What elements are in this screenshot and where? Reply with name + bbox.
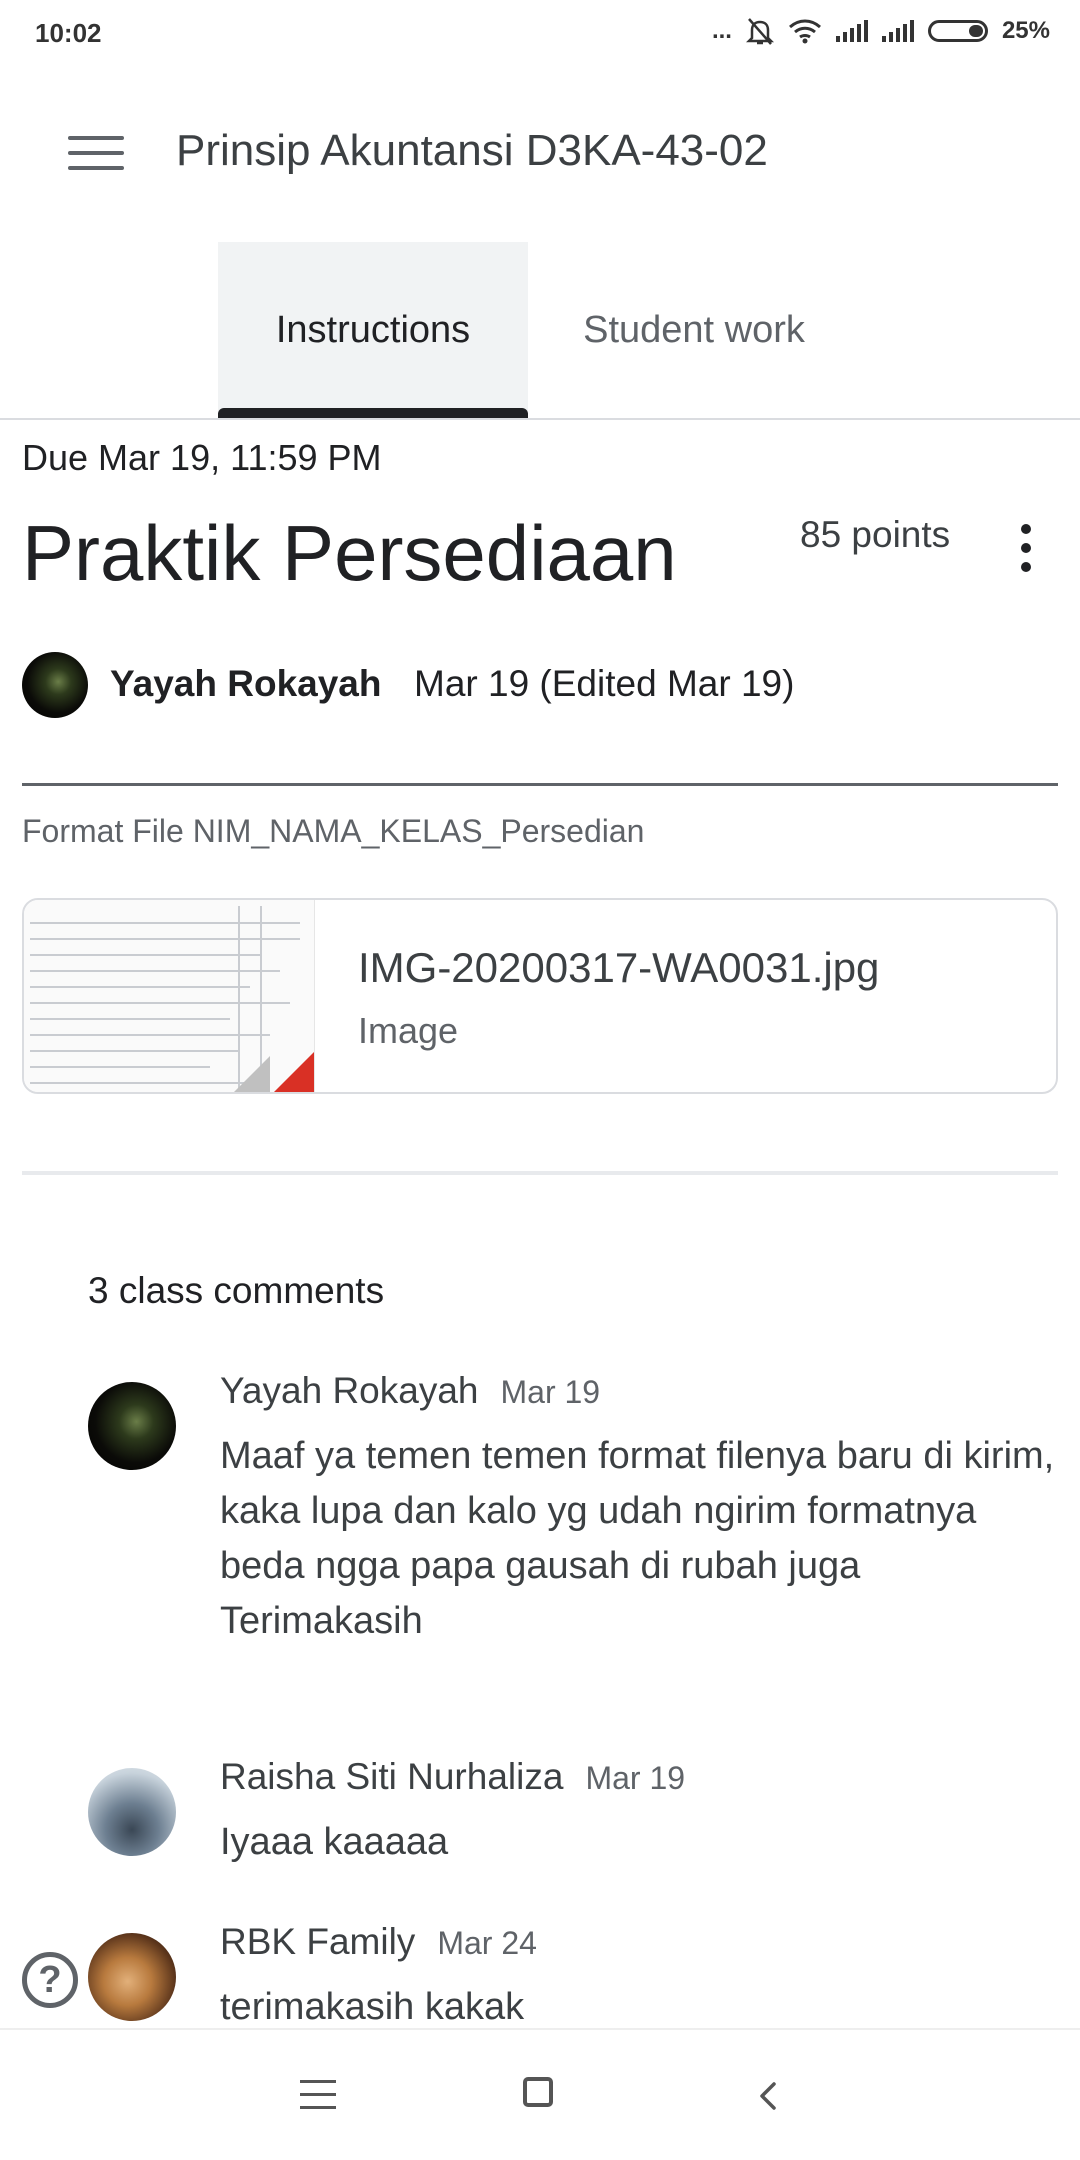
more-notifications-icon: ...	[711, 17, 732, 44]
hamburger-menu-icon[interactable]	[68, 136, 124, 176]
header-divider	[22, 783, 1058, 786]
class-title: Prinsip Akuntansi D3KA-43-02	[176, 126, 768, 175]
attachment-name: IMG-20200317-WA0031.jpg	[358, 944, 880, 991]
comment-meta: Yayah Rokayah Mar 19	[220, 1370, 600, 1412]
attachment-thumbnail	[24, 900, 315, 1092]
assignment-description: Format File NIM_NAMA_KELAS_Persedian	[22, 813, 645, 849]
commenter-name: Raisha Siti Nurhaliza	[220, 1756, 564, 1797]
post-date: Mar 19 (Edited Mar 19)	[414, 663, 795, 704]
tabs-divider	[0, 418, 1080, 420]
tab-active-indicator	[218, 408, 528, 418]
more-vert-icon[interactable]	[1012, 524, 1040, 572]
status-icons: ... 25%	[712, 16, 1050, 46]
section-divider	[22, 1171, 1058, 1175]
comment-date: Mar 24	[437, 1925, 537, 1961]
class-comments-header[interactable]: 3 class comments	[88, 1270, 384, 1312]
commenter-name: Yayah Rokayah	[220, 1370, 479, 1411]
comment-date: Mar 19	[585, 1760, 686, 1796]
author-name: Yayah Rokayah	[110, 663, 382, 704]
commenter-avatar	[88, 1933, 176, 2021]
commenter-avatar	[88, 1768, 176, 1856]
attachment-card[interactable]: IMG-20200317-WA0031.jpg Image	[22, 898, 1058, 1094]
home-icon[interactable]	[512, 2070, 564, 2122]
signal-icon	[835, 20, 868, 42]
status-time: 10:02	[35, 18, 102, 48]
help-icon[interactable]: ?	[22, 1952, 78, 2008]
points-label: 85 points	[800, 514, 951, 555]
comment-body: Maaf ya temen temen format filenya baru …	[220, 1435, 1055, 1587]
battery-icon	[927, 20, 988, 42]
commenter-avatar	[88, 1382, 176, 1470]
comment-text: Iyaaa kaaaaa	[220, 1821, 449, 1863]
back-icon[interactable]	[742, 2070, 794, 2122]
comment-meta: Raisha Siti Nurhaliza Mar 19	[220, 1756, 685, 1798]
signal-icon-2	[881, 20, 914, 42]
system-navigation-bar	[0, 2028, 1080, 2160]
image-file-icon	[270, 1052, 314, 1092]
attachment-type: Image	[358, 1010, 459, 1051]
comment-meta: RBK Family Mar 24	[220, 1921, 537, 1963]
notifications-off-icon	[745, 18, 774, 45]
recent-apps-icon[interactable]	[292, 2070, 344, 2122]
tab-instructions[interactable]: Instructions	[218, 242, 528, 418]
tab-student-work-label: Student work	[583, 308, 805, 351]
due-date: Due Mar 19, 11:59 PM	[22, 437, 382, 478]
commenter-name: RBK Family	[220, 1921, 416, 1962]
wifi-icon	[788, 19, 821, 44]
tab-instructions-label: Instructions	[275, 308, 471, 351]
author-avatar	[22, 652, 88, 718]
comment-date: Mar 19	[500, 1374, 601, 1410]
comment-body-2: Terimakasih	[220, 1600, 423, 1642]
comment-text: terimakasih kakak	[220, 1986, 525, 2028]
tab-student-work[interactable]: Student work	[548, 242, 840, 418]
assignment-title: Praktik Persediaan	[22, 509, 677, 597]
comment-text: Maaf ya temen temen format filenya baru …	[220, 1429, 1070, 1649]
battery-percent: 25%	[1001, 17, 1050, 44]
